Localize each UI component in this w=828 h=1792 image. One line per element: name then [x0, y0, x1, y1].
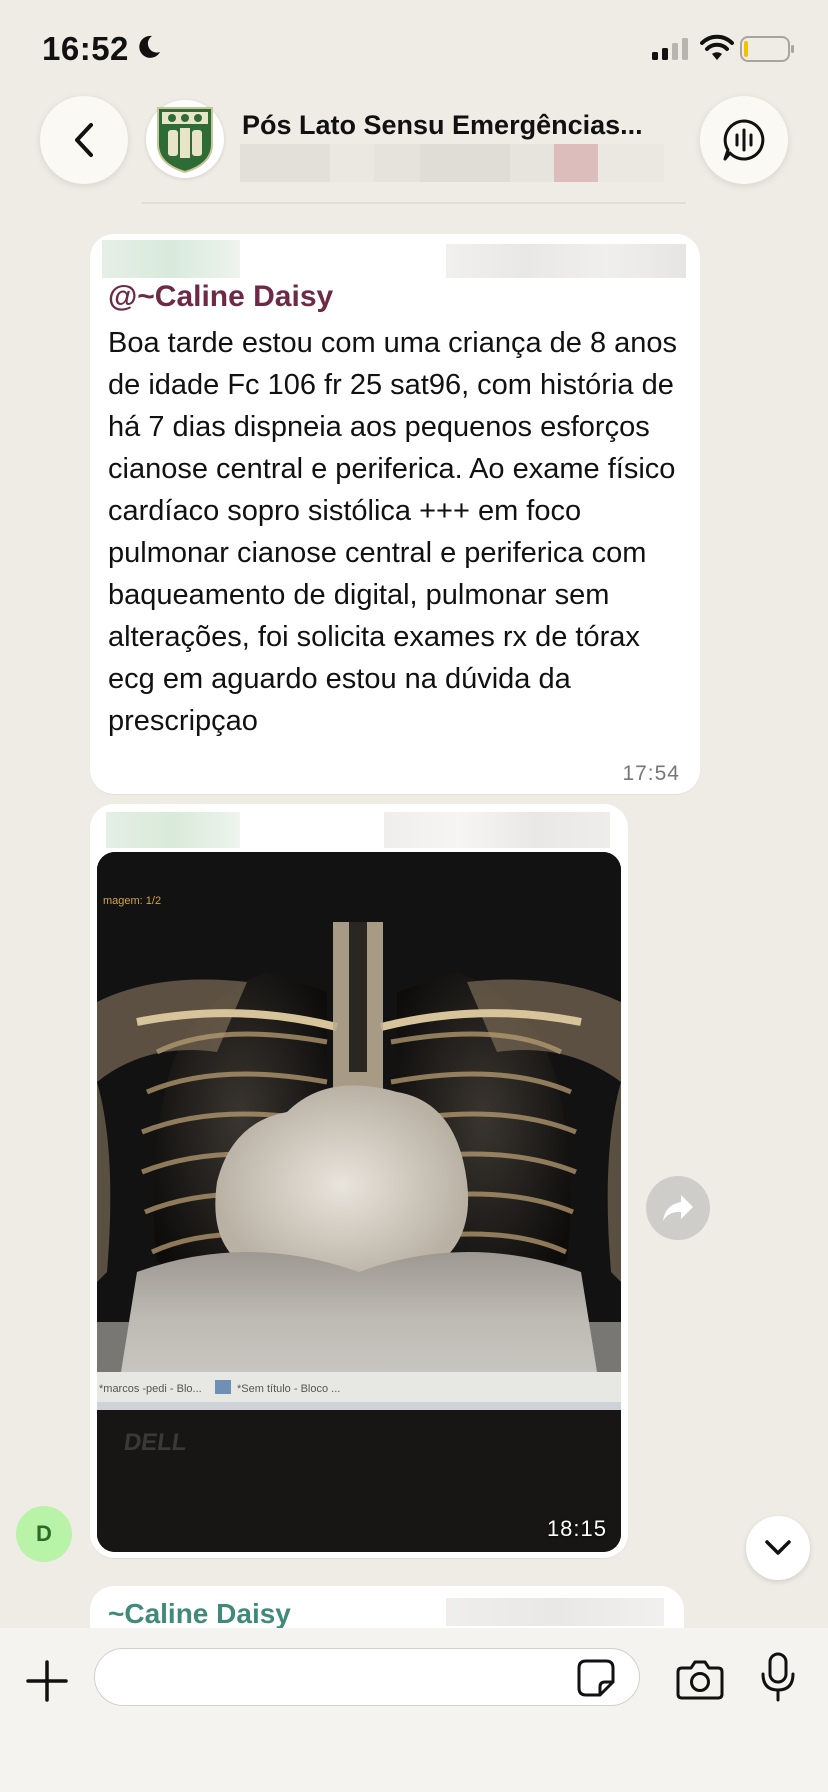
signal-icon — [652, 38, 688, 60]
image-time: 18:15 — [546, 1516, 607, 1541]
message-time: 17:54 — [622, 762, 680, 785]
moon-icon — [139, 35, 160, 58]
group-name[interactable]: Pós Lato Sensu Emergências... — [242, 110, 662, 141]
taskbar-item-1: *marcos -pedi - Blo... — [99, 1383, 202, 1395]
message-text: Boa tarde estou com uma criança de 8 ano… — [108, 327, 678, 737]
voice-chat-icon — [723, 119, 765, 161]
chat-header: Pós Lato Sensu Emergências... — [0, 92, 828, 212]
chat-screen: 16:52 Pós Lato Sensu Emergências... @~Ca… — [0, 0, 828, 1792]
battery-icon — [740, 36, 794, 62]
home-indicator — [274, 1764, 554, 1774]
sender-phone-blurred — [384, 812, 610, 848]
message-input[interactable] — [94, 1648, 640, 1706]
chevron-left-icon — [75, 123, 93, 157]
sticker-icon[interactable] — [576, 1658, 616, 1698]
wifi-icon — [700, 34, 734, 60]
participants-blurred — [240, 144, 664, 182]
voice-chat-button[interactable] — [700, 96, 788, 184]
image-message-bubble[interactable]: magem: 1/2 *marcos -pedi - Blo... *Sem t… — [90, 804, 628, 1558]
chevron-down-icon — [765, 1540, 791, 1555]
sender-name-blurred — [106, 812, 240, 848]
microphone-icon[interactable] — [758, 1652, 798, 1702]
status-bar: 16:52 — [0, 0, 828, 96]
message-author[interactable]: ~Caline Daisy — [108, 1598, 291, 1630]
forward-button[interactable] — [646, 1176, 710, 1240]
header-divider — [142, 202, 686, 204]
camera-icon[interactable] — [676, 1658, 724, 1700]
group-logo-icon — [157, 107, 213, 174]
chest-xray-photo: magem: 1/2 *marcos -pedi - Blo... *Sem t… — [97, 852, 621, 1552]
sender-phone-blurred — [446, 244, 686, 278]
taskbar-item-2: *Sem título - Bloco ... — [237, 1383, 340, 1395]
mention-name[interactable]: @~Caline Daisy — [108, 280, 333, 314]
sender-avatar[interactable]: D — [16, 1506, 72, 1562]
forward-icon — [663, 1195, 693, 1221]
scroll-to-bottom-button[interactable] — [746, 1516, 810, 1580]
status-time: 16:52 — [42, 30, 129, 67]
back-button[interactable] — [40, 96, 128, 184]
xray-image[interactable]: magem: 1/2 *marcos -pedi - Blo... *Sem t… — [97, 852, 621, 1552]
monitor-brand: DELL — [122, 1429, 188, 1456]
image-top-label: magem: 1/2 — [103, 895, 161, 907]
sender-phone-blurred — [446, 1598, 664, 1626]
message-bubble[interactable]: @~Caline Daisy Boa tarde estou com uma c… — [90, 234, 700, 794]
message-composer — [0, 1628, 828, 1792]
plus-icon[interactable] — [24, 1658, 70, 1704]
sender-name-blurred — [102, 240, 240, 278]
group-avatar[interactable] — [146, 100, 224, 178]
